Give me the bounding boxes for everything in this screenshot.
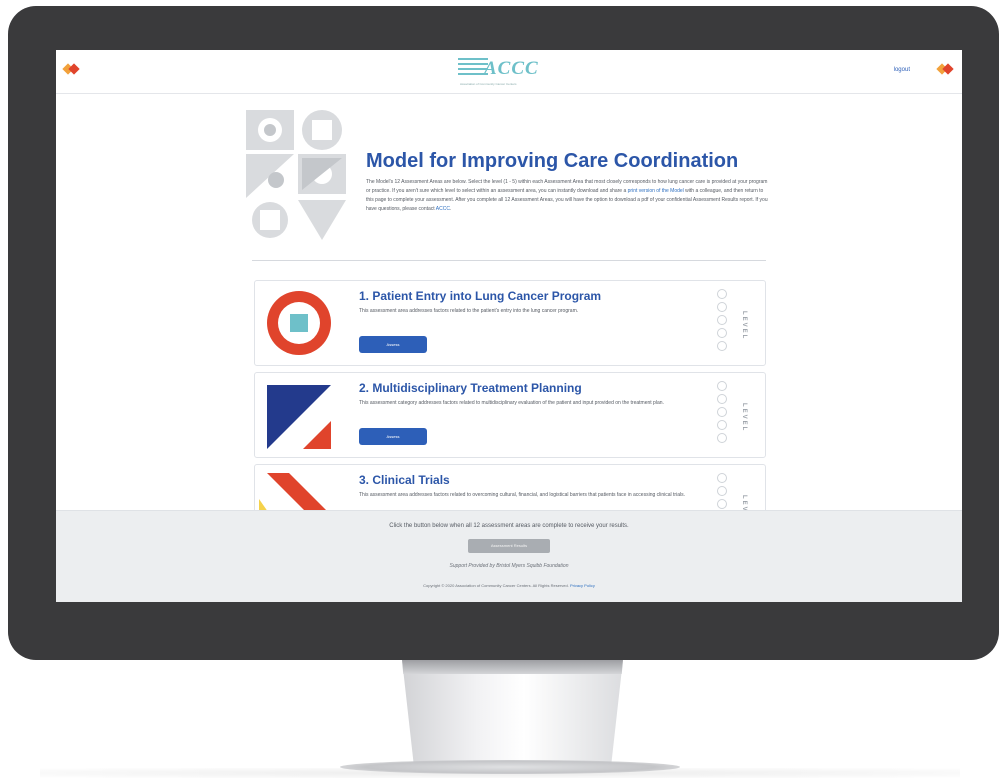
level-5-radio[interactable] — [717, 341, 727, 351]
completion-message: Click the button below when all 12 asses… — [389, 523, 629, 529]
level-2-radio[interactable] — [717, 486, 727, 496]
monitor-stand-shadow — [402, 660, 623, 674]
monitor-screen: ACCC Association of Community Cancer Cen… — [56, 50, 962, 602]
accc-logo[interactable]: ACCC Association of Community Cancer Cen… — [456, 56, 562, 88]
results-footer-panel: Click the button below when all 12 asses… — [56, 510, 962, 602]
level-1-radio[interactable] — [717, 381, 727, 391]
assessment-card-1: 1. Patient Entry into Lung Cancer Progra… — [254, 280, 766, 366]
logout-link[interactable]: logout — [894, 67, 910, 73]
copyright-line: Copyright © 2020 Association of Communit… — [56, 583, 962, 588]
print-version-link[interactable]: print version of the Model — [628, 188, 684, 194]
level-5-radio[interactable] — [717, 433, 727, 443]
assessment-results-button[interactable]: Assessment Results — [468, 539, 550, 553]
assess-button[interactable]: Assess — [359, 336, 427, 353]
geometric-illustration — [246, 110, 346, 240]
level-label: LEVEL — [741, 311, 747, 341]
assessment-title: 2. Multidisciplinary Treatment Planning — [359, 381, 582, 395]
logo-text: ACCC — [484, 58, 539, 79]
monitor-base — [340, 760, 680, 774]
assessment-description: This assessment category addresses facto… — [359, 400, 664, 406]
desktop-scene: ACCC Association of Community Cancer Cen… — [0, 0, 999, 779]
level-2-radio[interactable] — [717, 394, 727, 404]
page-title: Model for Improving Care Coordination — [366, 150, 739, 172]
monitor-stand — [402, 660, 623, 765]
section-divider — [252, 260, 766, 261]
level-1-radio[interactable] — [717, 473, 727, 483]
level-3-radio[interactable] — [717, 315, 727, 325]
level-3-radio[interactable] — [717, 499, 727, 509]
diagonal-illustration — [267, 385, 331, 449]
privacy-policy-link[interactable]: Privacy Policy — [570, 583, 595, 588]
support-credit: Support Provided by Bristol Myers Squibb… — [449, 563, 569, 569]
level-2-radio[interactable] — [717, 302, 727, 312]
assessment-description: This assessment area addresses factors r… — [359, 308, 579, 314]
target-illustration — [267, 291, 331, 355]
assessment-title: 3. Clinical Trials — [359, 473, 450, 487]
assessment-title: 1. Patient Entry into Lung Cancer Progra… — [359, 289, 602, 303]
level-label: LEVEL — [741, 403, 747, 433]
contact-accc-link[interactable]: ACCC — [436, 206, 450, 212]
level-4-radio[interactable] — [717, 328, 727, 338]
copyright-text: Copyright © 2020 Association of Communit… — [423, 583, 570, 588]
logo-subtext: Association of Community Cancer Centers — [460, 82, 517, 86]
assessment-card-2: 2. Multidisciplinary Treatment Planning … — [254, 372, 766, 458]
level-selector — [717, 381, 729, 446]
diamond-icon-right — [936, 63, 954, 75]
level-4-radio[interactable] — [717, 420, 727, 430]
intro-paragraph: The Model's 12 Assessment Areas are belo… — [366, 178, 770, 214]
level-1-radio[interactable] — [717, 289, 727, 299]
level-3-radio[interactable] — [717, 407, 727, 417]
assess-button[interactable]: Assess — [359, 428, 427, 445]
assessment-description: This assessment area addresses factors r… — [359, 492, 685, 498]
intro-text-end: . — [449, 206, 452, 212]
level-selector — [717, 289, 729, 354]
diamond-icon-left — [62, 63, 80, 75]
site-header: ACCC Association of Community Cancer Cen… — [56, 50, 962, 94]
